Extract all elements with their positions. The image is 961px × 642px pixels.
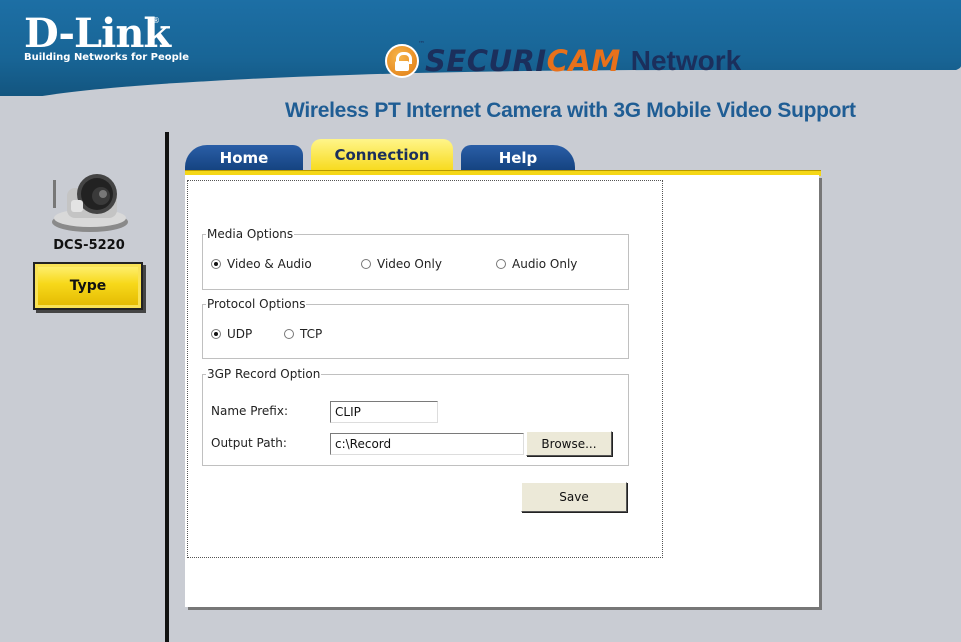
radio-label: TCP	[300, 327, 323, 341]
brand-tagline: Building Networks for People	[24, 52, 189, 63]
radio-tcp[interactable]: TCP	[284, 327, 322, 341]
protocol-options-group: Protocol Options	[202, 297, 629, 359]
tab-help[interactable]: Help	[461, 145, 575, 171]
protocol-options-legend: Protocol Options	[207, 297, 306, 311]
radio-label: Video & Audio	[227, 257, 312, 271]
tab-bar: Home Connection Help	[185, 139, 825, 171]
type-button[interactable]: Type	[33, 262, 143, 310]
radio-button[interactable]	[361, 259, 371, 269]
securicam-logo: SECURICAM Network	[385, 44, 741, 78]
radio-button[interactable]	[284, 329, 294, 339]
radio-button[interactable]	[211, 329, 221, 339]
record-option-legend: 3GP Record Option	[207, 367, 321, 381]
securicam-part-2: CAM	[546, 44, 621, 78]
lock-icon	[385, 44, 419, 78]
radio-video-audio[interactable]: Video & Audio	[211, 257, 312, 271]
radio-label: UDP	[227, 327, 253, 341]
name-prefix-label: Name Prefix:	[211, 404, 288, 418]
header: D-Link Building Networks for People ® SE…	[0, 0, 961, 138]
securicam-network: Network	[630, 45, 742, 76]
radio-label: Video Only	[377, 257, 442, 271]
securicam-part-1: SECURI	[425, 44, 547, 78]
camera-image	[52, 174, 128, 232]
brand-name: D-Link	[24, 10, 171, 57]
model-label: DCS-5220	[53, 238, 125, 253]
product-title: Wireless PT Internet Camera with 3G Mobi…	[285, 99, 856, 122]
radio-button[interactable]	[496, 259, 506, 269]
browse-button[interactable]: Browse...	[526, 431, 612, 456]
save-button[interactable]: Save	[521, 482, 627, 512]
media-options-legend: Media Options	[207, 227, 294, 241]
radio-button[interactable]	[211, 259, 221, 269]
output-path-label: Output Path:	[211, 436, 287, 450]
connection-form: Media Options Video & Audio Video Only A…	[187, 180, 663, 558]
dlink-logo: D-Link Building Networks for People	[24, 10, 189, 64]
radio-audio-only[interactable]: Audio Only	[496, 257, 577, 271]
name-prefix-input[interactable]	[330, 401, 438, 423]
radio-label: Audio Only	[512, 257, 578, 271]
output-path-input[interactable]	[330, 433, 524, 455]
radio-video-only[interactable]: Video Only	[361, 257, 442, 271]
sidebar-divider	[165, 132, 169, 642]
registered-mark: ®	[152, 16, 160, 25]
tab-home[interactable]: Home	[185, 145, 303, 171]
securicam-wordmark: SECURICAM	[425, 44, 621, 78]
trademark-mark: ™	[418, 40, 425, 48]
radio-udp[interactable]: UDP	[211, 327, 252, 341]
tab-connection[interactable]: Connection	[311, 139, 453, 171]
